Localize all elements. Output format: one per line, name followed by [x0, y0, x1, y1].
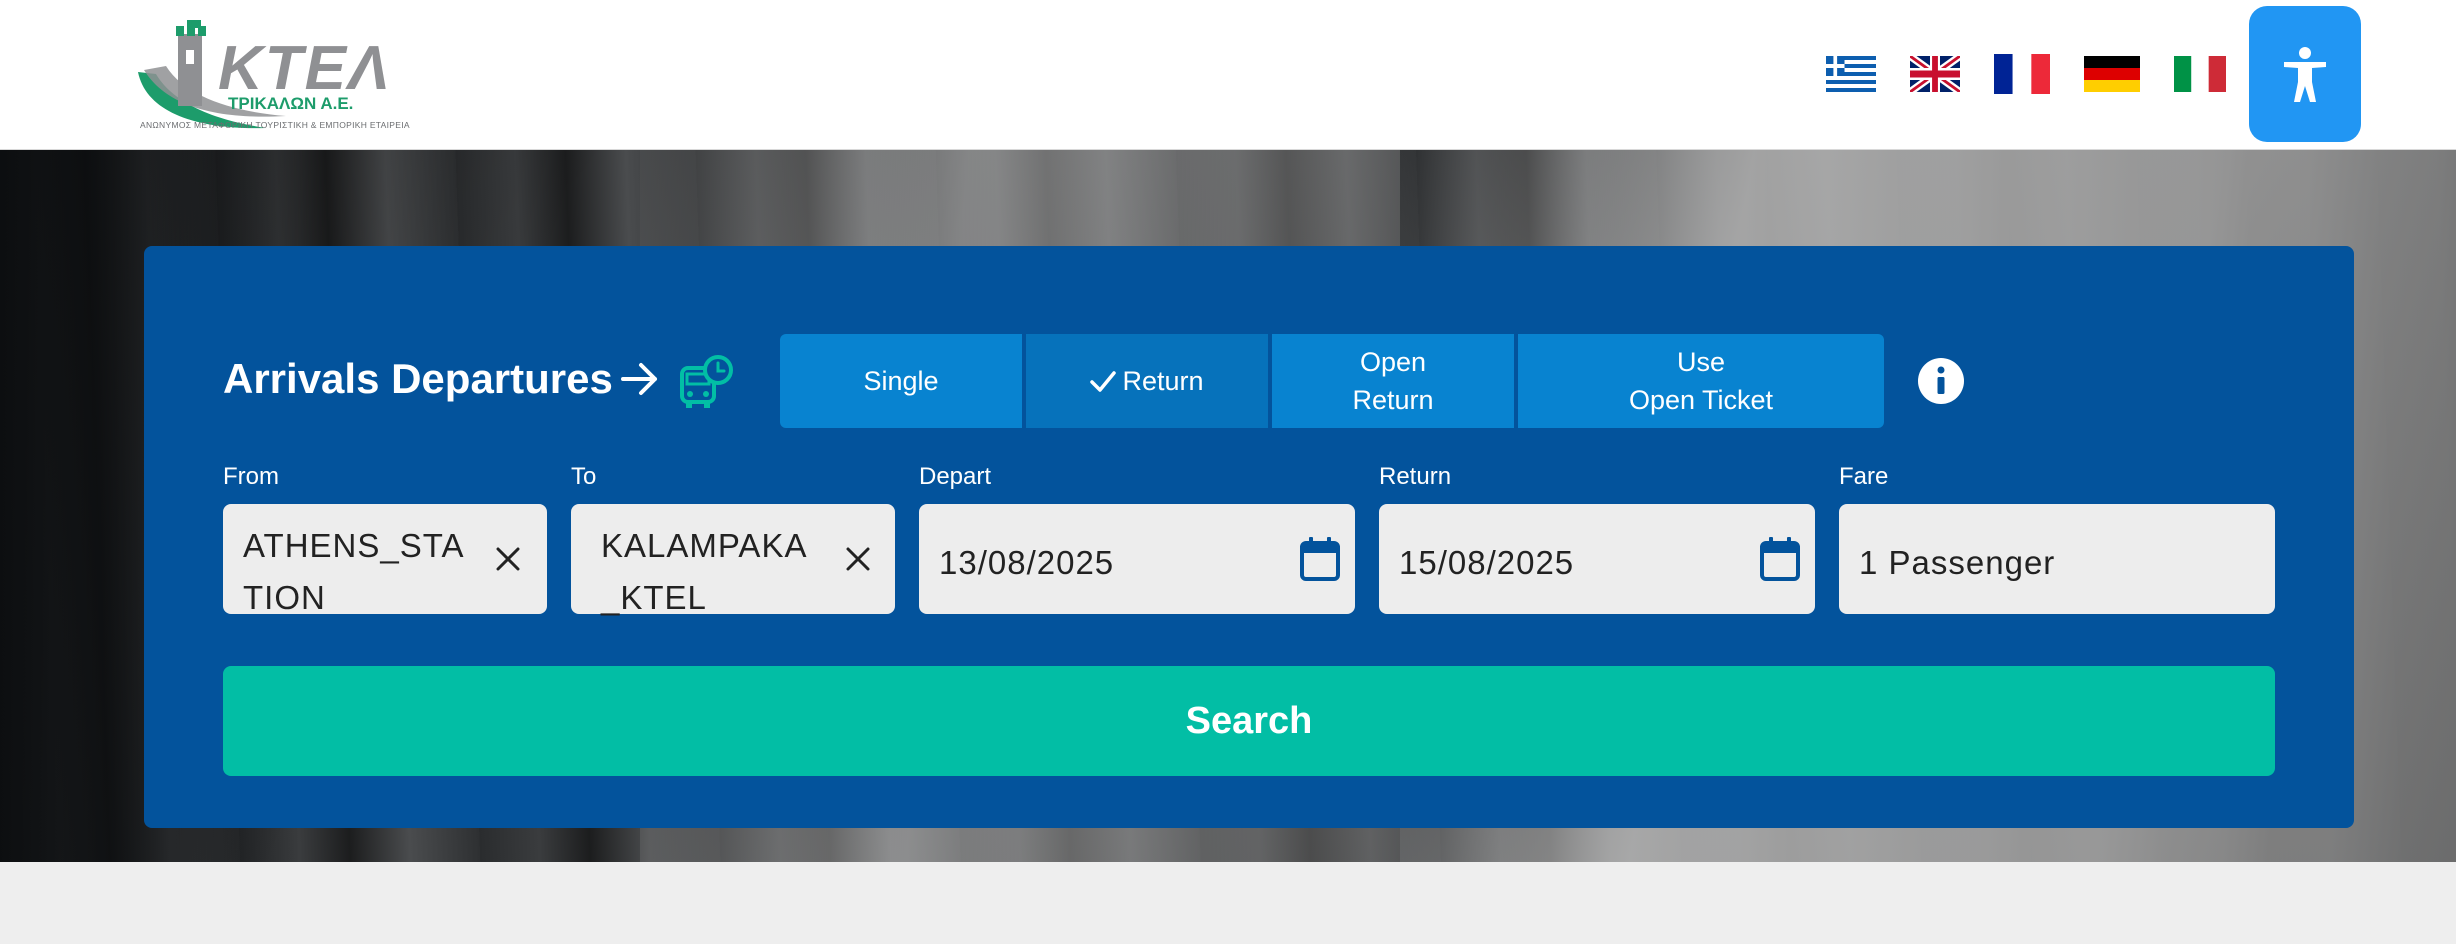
fare-field[interactable]: 1 Passenger: [1839, 504, 2275, 614]
france-flag-icon[interactable]: [1994, 54, 2050, 94]
accessibility-icon: [2284, 47, 2326, 102]
panel-title-text: Arrivals Departures: [223, 355, 613, 402]
search-button[interactable]: Search: [223, 666, 2275, 776]
castle-tower-icon: [176, 20, 206, 106]
trip-type-toggle: Single Return Open Return Use Open Ticke…: [780, 334, 1884, 428]
from-label: From: [223, 463, 279, 490]
logo-city: ΤΡΙΚΑΛΩΝ Α.Ε.: [228, 94, 354, 113]
to-value: KALAMPAKA _KTEL: [601, 527, 808, 616]
return-date-field[interactable]: 15/08/2025: [1379, 504, 1815, 614]
depart-date-field[interactable]: 13/08/2025: [919, 504, 1355, 614]
fare-label: Fare: [1839, 463, 1889, 490]
arrow-right-icon: [620, 363, 657, 395]
trip-type-open-return-line1: Open: [1359, 347, 1427, 377]
calendar-icon[interactable]: [1299, 536, 1341, 582]
panel-title: Arrivals Departures: [223, 354, 659, 404]
accessibility-button[interactable]: [2249, 6, 2361, 142]
trip-type-use-open-line2: Open Ticket: [1628, 385, 1774, 415]
germany-flag-icon[interactable]: [2084, 56, 2140, 92]
close-icon[interactable]: [493, 544, 523, 574]
trip-type-return-label: Return: [1122, 366, 1204, 396]
calendar-icon[interactable]: [1759, 536, 1801, 582]
from-value: ATHENS_STA TION: [243, 527, 465, 616]
trip-type-use-open-line1: Use: [1676, 347, 1725, 377]
trip-type-use-open-ticket[interactable]: Use Open Ticket: [1518, 334, 1884, 428]
uk-flag-icon[interactable]: [1910, 56, 1960, 92]
logo-name: ΚΤΕΛ: [218, 34, 392, 103]
return-label: Return: [1379, 463, 1452, 490]
depart-value: 13/08/2025: [939, 544, 1115, 581]
close-icon[interactable]: [843, 544, 873, 574]
check-icon: [1090, 371, 1117, 392]
greece-flag-icon[interactable]: [1826, 56, 1876, 92]
trip-type-open-return[interactable]: Open Return: [1272, 334, 1514, 428]
trip-type-single[interactable]: Single: [780, 334, 1022, 428]
logo-tagline: ΑΝΩΝΥΜΟΣ ΜΕΤΑΦΟΡΙΚΗ ΤΟΥΡΙΣΤΙΚΗ & ΕΜΠΟΡΙΚ…: [140, 120, 410, 130]
info-icon[interactable]: [1918, 358, 1964, 404]
ticket-search-panel: Arrivals Departures Single Return Open R…: [144, 246, 2354, 828]
trip-type-single-label: Single: [863, 366, 939, 396]
ktel-trikalon-logo[interactable]: ΚΤΕΛ ΤΡΙΚΑΛΩΝ Α.Ε. ΑΝΩΝΥΜΟΣ ΜΕΤΑΦΟΡΙΚΗ Τ…: [136, 16, 410, 134]
fare-value: 1 Passenger: [1859, 544, 2056, 581]
return-value: 15/08/2025: [1399, 544, 1575, 581]
italy-flag-icon[interactable]: [2174, 56, 2226, 92]
from-field[interactable]: ATHENS_STA TION: [223, 504, 547, 616]
site-header: ΚΤΕΛ ΤΡΙΚΑΛΩΝ Α.Ε. ΑΝΩΝΥΜΟΣ ΜΕΤΑΦΟΡΙΚΗ Τ…: [0, 0, 2456, 150]
trip-type-return[interactable]: Return: [1026, 334, 1268, 428]
depart-label: Depart: [919, 463, 992, 490]
trip-type-open-return-line2: Return: [1352, 385, 1434, 415]
to-field[interactable]: KALAMPAKA _KTEL: [571, 504, 895, 616]
to-label: To: [571, 463, 597, 490]
language-selector: [1826, 54, 2226, 94]
bus-schedule-icon: [680, 355, 733, 408]
